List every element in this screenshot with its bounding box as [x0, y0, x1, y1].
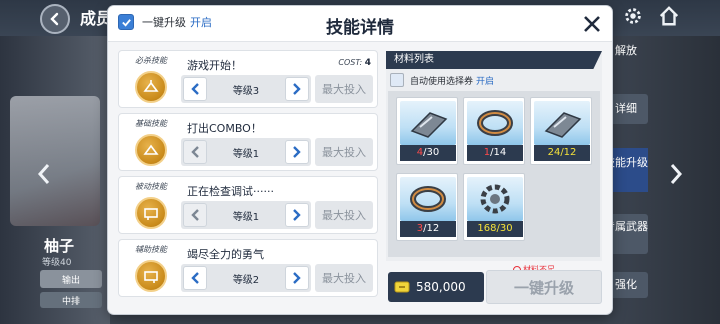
level-control: 等级2 [181, 264, 311, 292]
modal-title: 技能详情 [326, 18, 394, 38]
chevron-left-icon [191, 209, 199, 221]
chip-plate-icon [400, 101, 456, 145]
material-have: 24 [547, 147, 561, 158]
material-count: 3/12 [400, 221, 456, 237]
materials-header: 材料列表 [386, 51, 602, 69]
home-icon[interactable] [658, 5, 680, 27]
character-role-badge: 输出 [40, 270, 102, 288]
skill-level: 等级1 [232, 212, 260, 223]
level-increase-button[interactable] [285, 77, 309, 101]
chevron-left-icon [191, 83, 199, 95]
gold-ticket-icon [394, 281, 410, 293]
cost-label: COST: [338, 58, 363, 67]
skill-name: 正在检查调试······ [187, 185, 274, 198]
material-count: 1/14 [467, 145, 523, 161]
chevron-left-icon [191, 146, 199, 158]
level-increase-button[interactable] [285, 140, 309, 164]
skill-row-basic: 基础技能 打出COMBO！ 等级1 最大投入 [118, 113, 378, 171]
modal-header: 一键升级 开启 技能详情 [108, 6, 612, 42]
gear-part-icon [467, 177, 523, 221]
level-control: 等级3 [181, 75, 311, 103]
skill-row-support: 辅助技能 竭尽全力的勇气 等级2 最大投入 [118, 239, 378, 297]
level-decrease-button[interactable] [183, 140, 207, 164]
skill-name: 游戏开始！ [187, 59, 242, 72]
skill-row-passive: 被动技能 正在检查调试······ 等级1 最大投入 [118, 176, 378, 234]
level-decrease-button[interactable] [183, 266, 207, 290]
skill-type-label: 辅助技能 [135, 245, 167, 254]
chip-plate-icon [534, 101, 590, 145]
gold-display: 580,000 [388, 272, 484, 302]
ring-part-icon [400, 177, 456, 221]
material-slot[interactable]: 4/30 [396, 97, 458, 165]
material-need: /30 [423, 147, 440, 158]
auto-use-voucher-toggle[interactable]: 自动使用选择券 开启 [390, 73, 494, 87]
skill-type-label: 被动技能 [135, 182, 167, 191]
skill-type-label: 基础技能 [135, 119, 167, 128]
character-rank: 等级40 [42, 258, 72, 268]
chevron-right-icon [293, 83, 301, 95]
auto-upgrade-state: 开启 [190, 16, 212, 29]
max-invest-button[interactable]: 最大投入 [315, 138, 373, 166]
max-invest-button[interactable]: 最大投入 [315, 201, 373, 229]
auto-use-label: 自动使用选择券 [410, 76, 474, 87]
material-count: 168/30 [467, 221, 523, 237]
back-button[interactable] [40, 4, 70, 34]
auto-use-state: 开启 [476, 76, 495, 87]
checkbox-checked-icon[interactable] [118, 14, 134, 30]
close-icon[interactable] [582, 14, 602, 34]
chevron-right-icon [293, 209, 301, 221]
support-skill-icon [135, 260, 167, 292]
skill-type-label: 必杀技能 [135, 56, 167, 65]
next-character-arrow-icon[interactable] [668, 162, 684, 186]
skill-name: 打出COMBO！ [187, 122, 262, 135]
level-decrease-button[interactable] [183, 77, 207, 101]
cost-value: 4 [364, 58, 371, 68]
material-need: /12 [423, 223, 440, 234]
material-slot[interactable]: 24/12 [530, 97, 592, 165]
character-art [10, 96, 100, 226]
level-increase-button[interactable] [285, 203, 309, 227]
ring-part-icon [467, 101, 523, 145]
material-have: 168 [477, 223, 497, 234]
level-decrease-button[interactable] [183, 203, 207, 227]
skill-row-ultimate: 必杀技能 游戏开始！ COST: 4 等级3 最大投入 [118, 50, 378, 108]
max-invest-button[interactable]: 最大投入 [315, 264, 373, 292]
max-invest-button[interactable]: 最大投入 [315, 75, 373, 103]
material-slot[interactable]: 168/30 [463, 173, 525, 241]
material-slot[interactable]: 3/12 [396, 173, 458, 241]
gold-amount: 580,000 [416, 280, 466, 294]
character-name: 柚子 [44, 237, 75, 255]
skill-level: 等级1 [232, 149, 260, 160]
chevron-left-icon [191, 272, 199, 284]
material-count: 24/12 [534, 145, 590, 161]
materials-panel: 材料列表 自动使用选择券 开启 4/30 1/14 24/12 3/12 168… [386, 51, 602, 261]
chevron-right-icon [293, 146, 301, 158]
material-need: /30 [496, 223, 513, 234]
material-slot[interactable]: 1/14 [463, 97, 525, 165]
chevron-right-icon [293, 272, 301, 284]
materials-grid: 4/30 1/14 24/12 3/12 168/30 [388, 91, 600, 257]
skill-level: 等级2 [232, 275, 260, 286]
material-need: /12 [560, 147, 577, 158]
one-click-upgrade-button[interactable]: 一键升级 [486, 270, 602, 304]
level-control: 等级1 [181, 138, 311, 166]
basic-skill-icon [135, 134, 167, 166]
checkbox-unchecked-icon[interactable] [390, 73, 404, 87]
auto-upgrade-label: 一键升级 [142, 16, 186, 29]
skill-cost: COST: 4 [338, 58, 371, 68]
level-control: 等级1 [181, 201, 311, 229]
character-position-badge: 中排 [40, 292, 102, 308]
back-arrow-icon [50, 12, 59, 26]
gear-icon[interactable] [622, 5, 644, 27]
auto-upgrade-toggle[interactable]: 一键升级 开启 [118, 14, 212, 30]
material-need: /14 [490, 147, 507, 158]
passive-skill-icon [135, 197, 167, 229]
skill-level: 等级3 [232, 86, 260, 97]
skill-name: 竭尽全力的勇气 [187, 248, 264, 261]
ultimate-skill-icon [135, 71, 167, 103]
material-count: 4/30 [400, 145, 456, 161]
skill-detail-modal: 一键升级 开启 技能详情 必杀技能 游戏开始！ COST: 4 等级3 最大投入… [108, 6, 612, 314]
prev-character-arrow-icon[interactable] [36, 162, 52, 186]
level-increase-button[interactable] [285, 266, 309, 290]
